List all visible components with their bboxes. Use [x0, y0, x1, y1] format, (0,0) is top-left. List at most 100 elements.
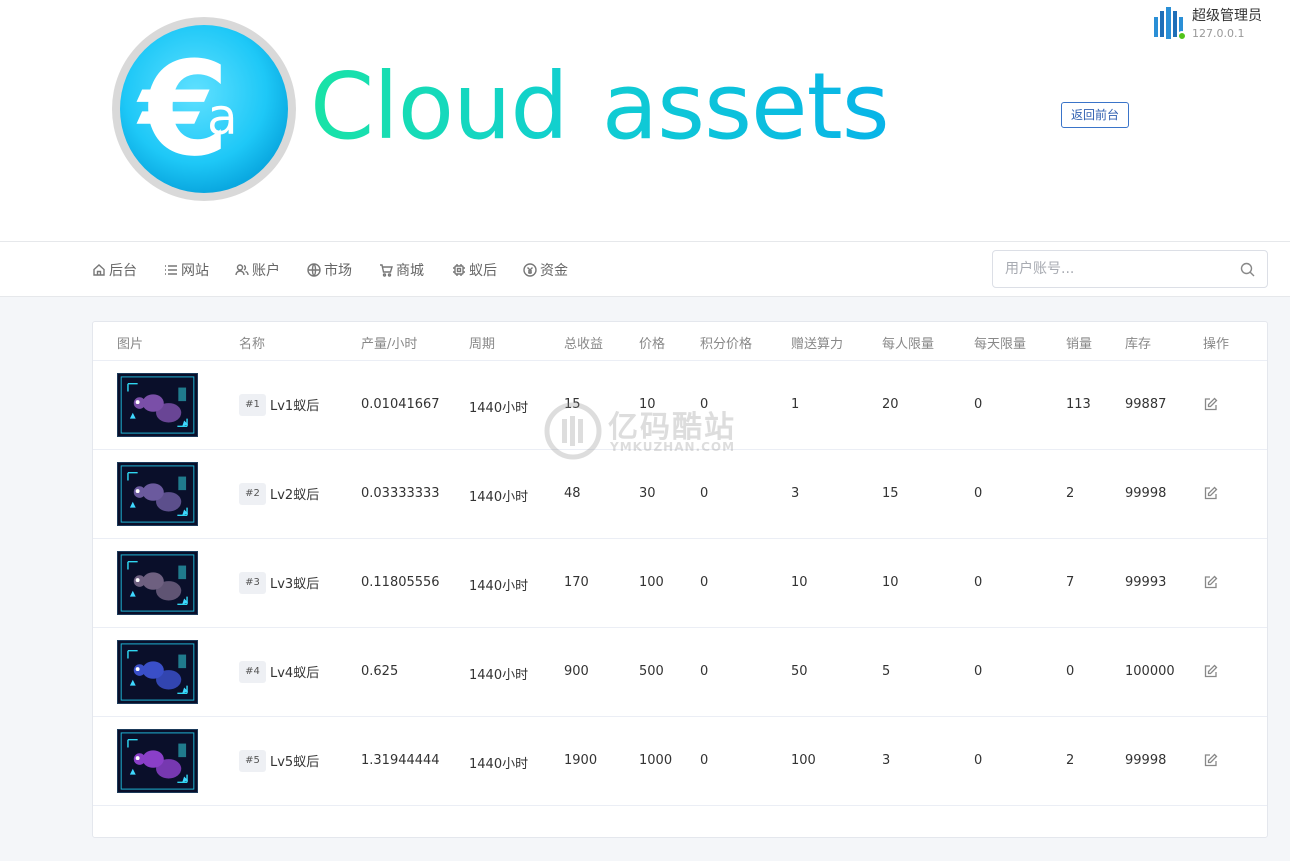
globe-icon — [307, 263, 321, 277]
cell-total: 15 — [564, 397, 581, 412]
admin-name: 超级管理员 — [1192, 8, 1262, 24]
cell-bonus-power: 100 — [791, 753, 816, 768]
cell-sales: 113 — [1066, 397, 1091, 412]
cell-per-person: 5 — [882, 664, 891, 679]
column-header: 销量 — [1066, 337, 1093, 352]
cell-period: 1440小时 — [469, 668, 529, 683]
search-input[interactable] — [994, 252, 1229, 286]
cell-stock: 99993 — [1125, 575, 1167, 590]
nav-item-funds[interactable]: 资金 — [523, 260, 568, 280]
table-row: #4 Lv4蚁后 0.625 1440小时 900 500 0 50 5 0 0 100000 — [93, 628, 1267, 717]
cart-icon — [380, 264, 393, 277]
cell-per-person: 20 — [882, 397, 899, 412]
table-row: #2 Lv2蚁后 0.03333333 1440小时 48 30 0 3 15 0 2 99998 — [93, 450, 1267, 539]
edit-icon[interactable] — [1203, 397, 1218, 412]
header: € a Cloud assets 超级管理员 127.0.0.1 返回前台 — [0, 0, 1290, 242]
cell-period: 1440小时 — [469, 579, 529, 594]
admin-profile[interactable]: 超级管理员 127.0.0.1 — [1152, 4, 1282, 44]
column-header: 操作 — [1203, 337, 1230, 352]
brand-text-assets: assets — [601, 53, 889, 160]
cell-per-person: 3 — [882, 753, 891, 768]
column-header: 产量/小时 — [361, 337, 418, 352]
product-name: Lv4蚁后 — [270, 666, 320, 681]
nav-label: 账户 — [252, 263, 280, 279]
cell-sales: 2 — [1066, 486, 1075, 501]
nav-item-dashboard[interactable]: 后台 — [92, 260, 137, 280]
cell-points-price: 0 — [700, 397, 709, 412]
cell-total: 1900 — [564, 753, 598, 768]
product-name: Lv3蚁后 — [270, 577, 320, 592]
cell-output: 0.01041667 — [361, 397, 440, 412]
cell-per-day: 0 — [974, 575, 983, 590]
nav-label: 后台 — [109, 263, 137, 279]
cell-output: 0.03333333 — [361, 486, 440, 501]
admin-ip: 127.0.0.1 — [1192, 27, 1245, 40]
list-icon — [165, 265, 177, 275]
product-id-badge: #4 — [239, 661, 266, 683]
cell-stock: 99887 — [1125, 397, 1167, 412]
column-header: 赠送算力 — [791, 337, 844, 352]
product-image — [117, 373, 198, 437]
cell-points-price: 0 — [700, 664, 709, 679]
return-frontend-button[interactable]: 返回前台 — [1061, 102, 1129, 128]
top-nav: 后台 网站 账户 市场 商城 蚁后 资金 — [0, 242, 1290, 297]
cell-total: 900 — [564, 664, 589, 679]
edit-icon[interactable] — [1203, 664, 1218, 679]
cell-price: 1000 — [639, 753, 673, 768]
user-search — [992, 250, 1268, 288]
nav-item-queen-ant[interactable]: 蚁后 — [452, 260, 497, 280]
cell-sales: 0 — [1066, 664, 1075, 679]
table-row: #1 Lv1蚁后 0.01041667 1440小时 15 10 0 1 20 0 113 99887 — [93, 361, 1267, 450]
users-icon — [235, 264, 249, 276]
edit-icon[interactable] — [1203, 486, 1218, 501]
cell-per-day: 0 — [974, 753, 983, 768]
column-header: 名称 — [239, 337, 266, 352]
nav-item-accounts[interactable]: 账户 — [235, 260, 280, 280]
cell-period: 1440小时 — [469, 757, 529, 772]
cell-per-day: 0 — [974, 397, 983, 412]
product-id-badge: #2 — [239, 483, 266, 505]
cell-total: 170 — [564, 575, 589, 590]
home-icon — [93, 264, 105, 276]
nav-item-website[interactable]: 网站 — [164, 260, 209, 280]
cell-price: 100 — [639, 575, 664, 590]
online-status-dot — [1177, 31, 1187, 41]
cell-bonus-power: 1 — [791, 397, 800, 412]
cell-bonus-power: 10 — [791, 575, 808, 590]
cell-stock: 99998 — [1125, 486, 1167, 501]
nav-item-shop[interactable]: 商城 — [379, 260, 424, 280]
coin-logo-icon: € a — [112, 17, 296, 201]
column-header: 每天限量 — [974, 337, 1027, 352]
nav-item-market[interactable]: 市场 — [307, 260, 352, 280]
product-table: 图片 名称 产量/小时 周期 总收益 价格 积分价格 赠送算力 每人限量 每天限… — [92, 321, 1268, 838]
cell-points-price: 0 — [700, 753, 709, 768]
edit-icon[interactable] — [1203, 753, 1218, 768]
coin-letter-glyph: a — [207, 88, 238, 146]
nav-label: 网站 — [181, 263, 209, 279]
coin-icon — [523, 263, 537, 277]
column-header: 周期 — [469, 337, 496, 352]
product-id-badge: #1 — [239, 394, 266, 416]
cell-stock: 100000 — [1125, 664, 1175, 679]
edit-icon[interactable] — [1203, 575, 1218, 590]
cell-stock: 99998 — [1125, 753, 1167, 768]
product-image — [117, 640, 198, 704]
cell-per-day: 0 — [974, 486, 983, 501]
cell-price: 500 — [639, 664, 664, 679]
search-icon[interactable] — [1240, 262, 1255, 277]
cell-sales: 2 — [1066, 753, 1075, 768]
column-header: 积分价格 — [700, 337, 753, 352]
product-name: Lv1蚁后 — [270, 399, 320, 414]
nav-label: 蚁后 — [469, 263, 497, 279]
cell-points-price: 0 — [700, 575, 709, 590]
cell-sales: 7 — [1066, 575, 1075, 590]
product-id-badge: #3 — [239, 572, 266, 594]
chip-icon — [453, 264, 465, 276]
brand-text-cloud: Cloud — [310, 53, 568, 160]
brand-logo-text: Cloud assets — [310, 52, 889, 162]
cell-total: 48 — [564, 486, 581, 501]
table-header: 图片 名称 产量/小时 周期 总收益 价格 积分价格 赠送算力 每人限量 每天限… — [93, 322, 1267, 361]
product-image — [117, 551, 198, 615]
cell-period: 1440小时 — [469, 401, 529, 416]
cell-price: 30 — [639, 486, 656, 501]
